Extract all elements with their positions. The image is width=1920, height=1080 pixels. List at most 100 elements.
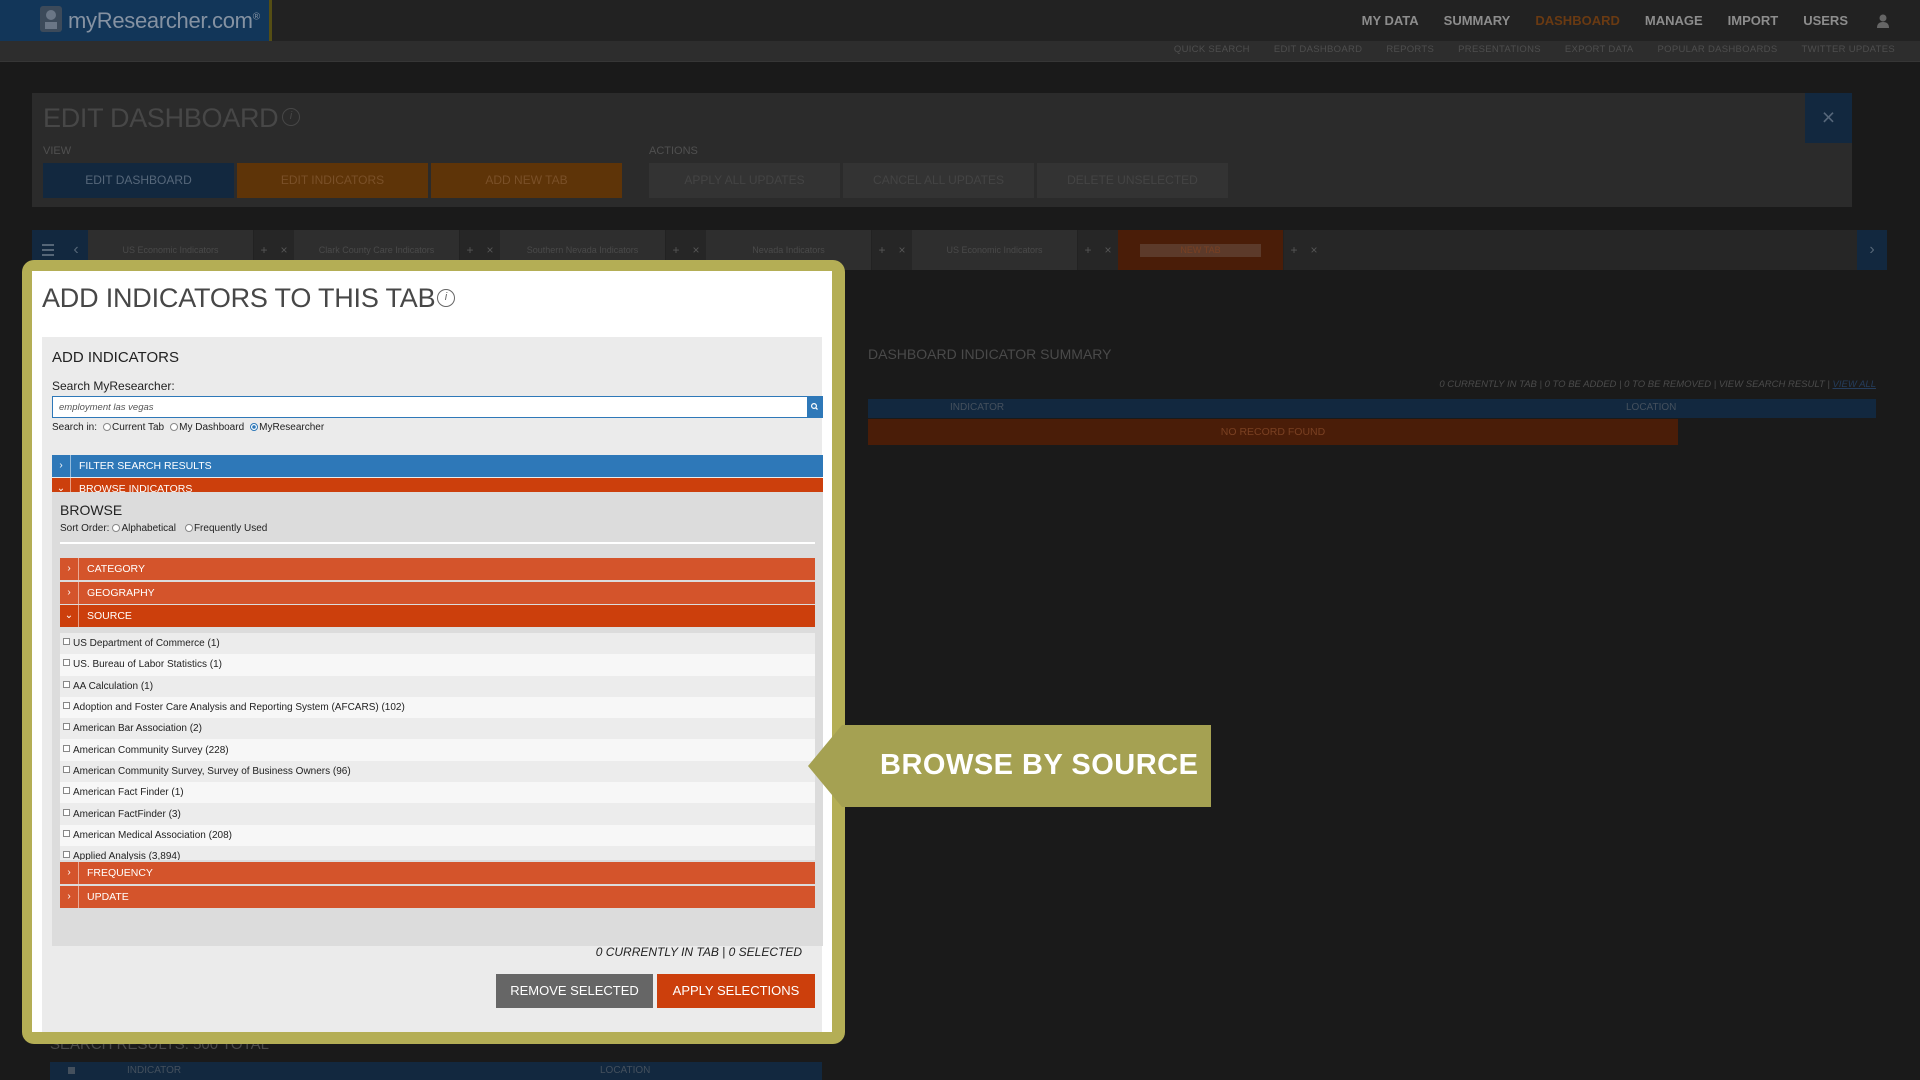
source-checkbox[interactable] [63,659,70,667]
source-label: American Community Survey (228) [73,744,229,756]
source-checkbox[interactable] [63,680,70,688]
browse-title: BROWSE [60,502,123,518]
add-indicators-modal: ADD INDICATORS TO THIS TAB i ADD INDICAT… [32,271,832,1032]
subnav-item-edit-dashboard[interactable]: EDIT DASHBOARD [1274,44,1363,55]
frequency-section-bar[interactable]: › FREQUENCY [60,862,815,884]
source-checkbox[interactable] [63,723,70,731]
tab-add-icon[interactable]: + [1284,230,1304,270]
subnav-item-twitter-updates[interactable]: TWITTER UPDATES [1801,44,1895,55]
search-in-options: Search in: Current Tab My Dashboard MyRe… [52,422,324,433]
source-label: American FactFinder (3) [73,808,181,820]
tab-close-icon[interactable]: × [892,230,912,270]
radio-current-tab[interactable] [103,422,112,431]
logo-mark-icon [40,6,62,32]
source-checkbox[interactable] [63,702,70,710]
tab-add-icon[interactable]: + [872,230,892,270]
source-checkbox[interactable] [63,787,70,795]
user-icon[interactable] [1876,13,1890,29]
results-col-location: LOCATION [600,1065,651,1076]
main-nav: MY DATA SUMMARY DASHBOARD MANAGE IMPORT USERS [1337,0,1920,41]
source-list-item[interactable]: AA Calculation (1) [60,675,815,697]
source-list-item[interactable]: US. Bureau of Labor Statistics (1) [60,654,815,676]
subnav-item-export-data[interactable]: EXPORT DATA [1565,44,1634,55]
source-list-item[interactable]: Applied Analysis (3,894) [60,845,815,860]
tab-item[interactable]: US Economic Indicators [912,230,1078,270]
add-new-tab-button[interactable]: ADD NEW TAB [431,163,622,198]
source-list-item[interactable]: American Medical Association (208) [60,824,815,846]
radio-alphabetical[interactable] [112,523,121,532]
source-list-item[interactable]: American Bar Association (2) [60,718,815,740]
sub-nav: QUICK SEARCH EDIT DASHBOARD REPORTS PRESENT… [1150,44,1895,55]
source-list-item[interactable]: American Community Survey (228) [60,739,815,761]
source-checkbox[interactable] [63,638,70,646]
summary-col-indicator: INDICATOR [950,402,1005,413]
delete-unselected-button[interactable]: DELETE UNSELECTED [1037,163,1228,198]
tab-add-icon[interactable]: + [1078,230,1098,270]
close-button[interactable]: × [1805,93,1852,143]
search-results-header: INDICATOR LOCATION [50,1062,822,1080]
apply-all-updates-button[interactable]: APPLY ALL UPDATES [649,163,840,198]
tab-next-icon[interactable]: › [1857,230,1887,270]
radio-my-dashboard[interactable] [170,422,179,431]
subnav-item-popular-dashboards[interactable]: POPULAR DASHBOARDS [1658,44,1778,55]
search-button[interactable] [807,397,822,417]
apply-selections-button[interactable]: APPLY SELECTIONS [657,974,815,1008]
tab-item[interactable]: NEW TAB [1118,230,1284,270]
source-checkbox[interactable] [63,744,70,752]
source-checkbox[interactable] [63,808,70,816]
logo[interactable]: myResearcher.com® [0,0,272,41]
subnav-item-presentations[interactable]: PRESENTATIONS [1458,44,1541,55]
nav-item-my-data[interactable]: MY DATA [1362,13,1419,28]
actions-group-label: ACTIONS [649,145,698,157]
radio-frequently-used[interactable] [184,523,193,532]
source-checkbox[interactable] [63,851,70,859]
source-list-item[interactable]: American Community Survey, Survey of Bus… [60,760,815,783]
edit-indicators-button[interactable]: EDIT INDICATORS [237,163,428,198]
subnav-item-reports[interactable]: REPORTS [1386,44,1434,55]
sub-navigation-bar: QUICK SEARCH EDIT DASHBOARD REPORTS PRESENT… [0,41,1920,62]
tab-label: NEW TAB [1140,244,1261,257]
chevron-right-icon: › [60,558,79,580]
source-checkbox[interactable] [63,829,70,837]
nav-item-manage[interactable]: MANAGE [1645,13,1703,28]
source-list[interactable]: US Department of Commerce (1) US. Bureau … [60,633,815,860]
source-list-item[interactable]: US Department of Commerce (1) [60,633,815,655]
nav-item-summary[interactable]: SUMMARY [1444,13,1511,28]
subnav-item-quick-search[interactable]: QUICK SEARCH [1174,44,1250,55]
tab-close-icon[interactable]: × [1304,230,1324,270]
info-icon[interactable]: i [282,108,300,126]
no-record-message: NO RECORD FOUND [868,419,1678,445]
chevron-right-icon: › [52,455,71,477]
nav-item-import[interactable]: IMPORT [1728,13,1779,28]
summary-title: DASHBOARD INDICATOR SUMMARY [868,346,1112,362]
radio-myresearcher[interactable] [250,422,259,431]
source-section-bar[interactable]: ⌄ SOURCE [60,605,815,627]
source-list-item[interactable]: American FactFinder (3) [60,803,815,825]
category-section-bar[interactable]: › CATEGORY [60,558,815,580]
select-all-checkbox[interactable] [68,1067,75,1074]
source-checkbox[interactable] [63,765,70,773]
geography-section-bar[interactable]: › GEOGRAPHY [60,582,815,604]
source-list-item[interactable]: American Fact Finder (1) [60,782,815,804]
summary-stats: 0 CURRENTLY IN TAB | 0 TO BE ADDED | 0 T… [1439,379,1876,390]
source-list-item[interactable]: Adoption and Foster Care Analysis and Re… [60,696,815,719]
nav-item-users[interactable]: USERS [1803,13,1848,28]
source-label: AA Calculation (1) [73,680,154,692]
cancel-all-updates-button[interactable]: CANCEL ALL UPDATES [843,163,1034,198]
remove-selected-button[interactable]: REMOVE SELECTED [496,974,653,1008]
search-input[interactable] [59,397,799,417]
nav-item-dashboard[interactable]: DASHBOARD [1535,13,1620,28]
tab-close-icon[interactable]: × [1098,230,1118,270]
radio-alphabetical-label: Alphabetical [121,523,176,534]
filter-search-results-bar[interactable]: › FILTER SEARCH RESULTS [52,455,823,477]
search-in-label: Search in: [52,422,98,433]
chevron-right-icon: › [60,886,79,908]
radio-current-tab-label: Current Tab [112,422,165,433]
sort-order-label: Sort Order: [60,523,110,534]
update-section-bar[interactable]: › UPDATE [60,886,815,908]
view-all-link[interactable]: VIEW ALL [1833,379,1876,390]
source-label: US Department of Commerce (1) [73,638,220,650]
edit-dashboard-button[interactable]: EDIT DASHBOARD [43,163,234,198]
info-icon[interactable]: i [437,289,455,307]
browse-area: BROWSE Sort Order: Alphabetical Frequent… [52,492,823,946]
